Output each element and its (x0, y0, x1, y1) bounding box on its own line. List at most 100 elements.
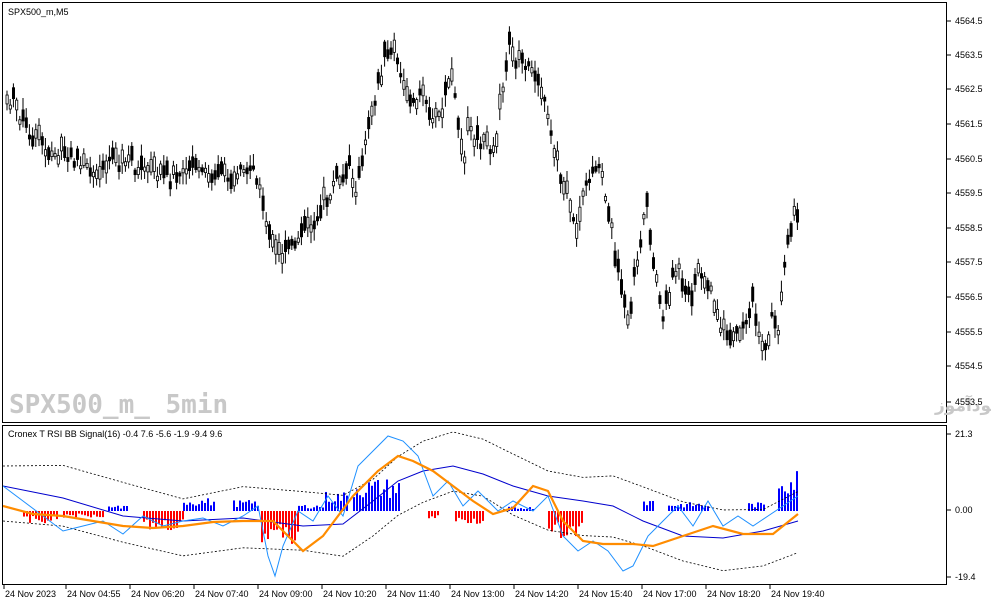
candle-body (562, 180, 566, 195)
histogram-bar (578, 511, 580, 527)
candle-body (370, 105, 374, 117)
histogram-bar (189, 502, 191, 511)
candle-body (207, 173, 211, 183)
candle-body (696, 263, 700, 274)
histogram-bar (264, 511, 266, 534)
histogram-bar (790, 482, 792, 511)
candle-body (85, 163, 89, 168)
candle-body (636, 259, 640, 267)
candle-body (34, 129, 38, 139)
candle-body (299, 223, 303, 238)
candle-body (104, 160, 108, 174)
candle-body (472, 138, 476, 147)
time-axis-label: 24 Nov 07:40 (195, 589, 249, 599)
time-axis-label: 24 Nov 17:00 (643, 589, 697, 599)
histogram-bar (359, 495, 361, 511)
candle-body (53, 153, 57, 158)
candle-body (373, 100, 377, 106)
histogram-bar (207, 498, 209, 511)
histogram-bar (476, 511, 478, 524)
candle-body (421, 84, 425, 97)
candle-body (427, 107, 431, 120)
candle-body (15, 99, 19, 111)
histogram-bar (325, 491, 327, 511)
histogram-bar (793, 489, 795, 511)
histogram-bar (389, 497, 391, 511)
candle-body (392, 39, 396, 53)
candle-body (402, 80, 406, 90)
candle-body (658, 295, 662, 304)
candle-body (181, 168, 185, 174)
histogram-bar (41, 511, 43, 522)
candle-body (108, 156, 112, 162)
candle-body (31, 135, 35, 147)
candle-body (594, 166, 598, 172)
candle-body (543, 96, 547, 102)
candle-body (434, 107, 438, 118)
candle-body (69, 147, 73, 158)
candle-body (319, 205, 323, 219)
candlestick-series (5, 26, 800, 361)
candle-body (5, 94, 9, 105)
time-axis-label: 24 Nov 18:20 (707, 589, 761, 599)
time-axis-label: 24 Nov 14:20 (515, 589, 569, 599)
histogram-bar (298, 505, 300, 511)
candle-body (178, 172, 182, 177)
candle-body (235, 173, 239, 180)
time-axis-label: 24 Nov 06:20 (131, 589, 185, 599)
candle-body (716, 308, 720, 320)
candle-body (709, 285, 713, 292)
candle-body (63, 146, 67, 158)
candle-body (415, 99, 419, 110)
candle-body (255, 178, 259, 185)
indicator-pane[interactable]: Cronex T RSI BB Signal(16) -0.4 7.6 -5.6… (2, 425, 947, 585)
candle-body (572, 217, 576, 222)
candle-body (549, 130, 553, 136)
histogram-bar (692, 506, 694, 511)
histogram-bar (668, 505, 670, 511)
candle-body (258, 184, 262, 190)
candle-body (687, 286, 691, 295)
histogram-bar (431, 511, 433, 517)
candle-body (607, 206, 611, 222)
candle-body (363, 139, 367, 146)
candle-body (37, 124, 41, 141)
upper-band-line (3, 431, 799, 511)
candle-body (520, 52, 524, 64)
candle-body (187, 160, 191, 172)
histogram-bar (210, 505, 212, 511)
histogram-bar (96, 511, 98, 517)
histogram-bar (201, 500, 203, 511)
candle-body (680, 278, 684, 292)
candle-body (588, 178, 592, 183)
candle-body (466, 117, 470, 132)
candle-body (671, 267, 675, 278)
candle-body (95, 169, 99, 179)
histogram-bar (671, 505, 673, 511)
histogram-bar (87, 511, 89, 517)
candle-body (748, 308, 752, 319)
candle-body (27, 134, 31, 140)
lower-band-line (3, 490, 799, 572)
candle-body (453, 93, 457, 98)
candle-body (616, 258, 620, 273)
candle-body (229, 173, 233, 189)
histogram-bar (754, 507, 756, 511)
candle-body (488, 149, 492, 155)
candle-body (200, 167, 204, 173)
candle-body (242, 169, 246, 173)
candle-body (584, 180, 588, 186)
candle-body (411, 97, 415, 103)
candle-body (575, 223, 579, 239)
candle-body (475, 125, 479, 141)
price-chart-pane[interactable]: SPX500_m,M5 SPX500_m_ 5min انتشار در سای… (2, 2, 991, 423)
candle-body (479, 143, 483, 150)
candle-body (76, 148, 80, 160)
candle-body (197, 166, 201, 172)
candle-body (376, 72, 380, 84)
candle-body (130, 145, 134, 161)
candle-body (261, 195, 265, 211)
candle-body (757, 331, 761, 337)
histogram-bar (236, 506, 238, 511)
histogram-bar (683, 507, 685, 511)
